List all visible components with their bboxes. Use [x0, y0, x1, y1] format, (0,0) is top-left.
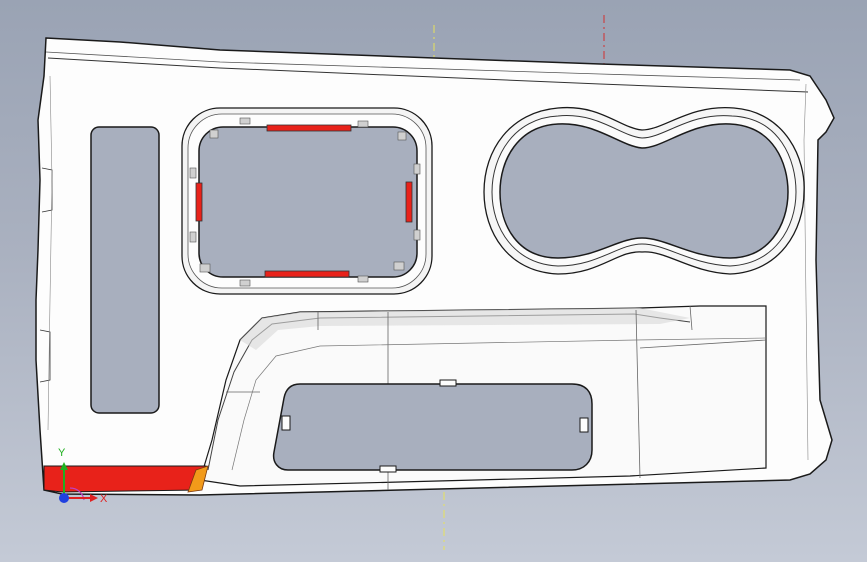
clip-top	[266, 124, 352, 132]
lower-tray-cutout[interactable]	[272, 383, 593, 471]
rect-opening-cutout[interactable]	[198, 126, 418, 278]
triad-z-axis	[59, 493, 69, 503]
selected-face[interactable]	[43, 465, 207, 493]
clip-right	[405, 181, 413, 223]
left-slot-cutout[interactable]	[90, 126, 160, 414]
triad-x-label: X	[100, 493, 108, 505]
triad-x-arrowhead	[90, 494, 98, 502]
triad-y-label: Y	[58, 447, 66, 459]
clip-left	[195, 182, 203, 222]
cad-viewport[interactable]: X Y	[0, 0, 867, 562]
clip-bottom	[264, 270, 350, 278]
